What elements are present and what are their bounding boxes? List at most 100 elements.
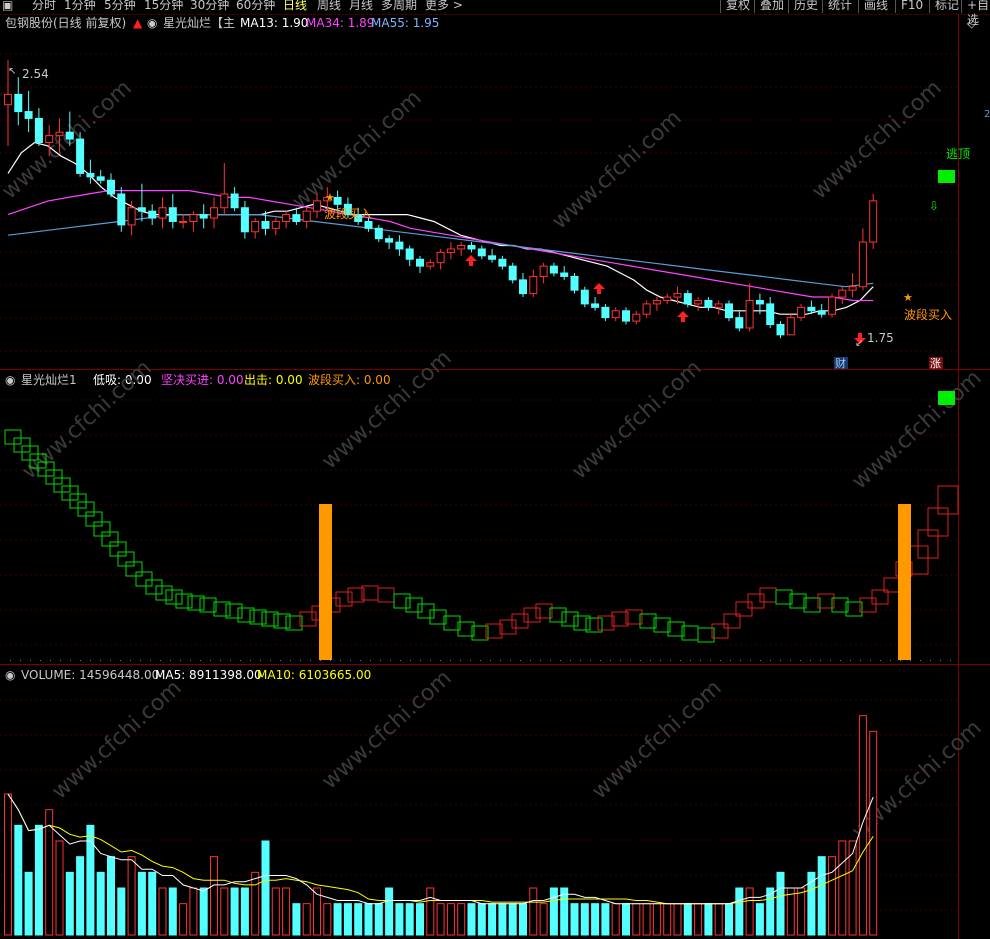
baseline-dot (210, 660, 211, 661)
candle-body (529, 275, 538, 295)
candle-body (436, 251, 445, 264)
volume-bar (158, 887, 167, 936)
volume-bar (683, 903, 692, 936)
signal-markers: ★ ★ ⇩ (325, 191, 939, 344)
baseline-dot (620, 660, 621, 661)
candle-body (652, 299, 661, 305)
candle-body (271, 220, 280, 229)
candle-body (766, 303, 775, 326)
volume-bar (745, 887, 754, 936)
down-hollow-arrow-icon: ⇩ (929, 199, 939, 213)
volume-bar (210, 856, 218, 936)
tag-cai[interactable]: 财 (835, 356, 846, 370)
volume-bar (343, 903, 352, 936)
tag-zhang[interactable]: 涨 (930, 357, 941, 370)
ma34-line (7, 190, 874, 302)
candle-body (642, 303, 651, 315)
baseline-dot (560, 660, 561, 661)
baseline-dot (310, 660, 311, 661)
baseline-dot (880, 660, 881, 661)
candle-body (622, 310, 630, 322)
candle-body (333, 196, 342, 205)
volume-bar (601, 903, 610, 936)
candle-body (498, 258, 507, 267)
candle-body (755, 299, 764, 305)
candle-body (426, 262, 435, 267)
volume-bar (570, 903, 579, 936)
baseline-dot (630, 660, 631, 661)
indicator-box (405, 597, 423, 613)
candle-body (704, 299, 713, 308)
baseline-dot (60, 660, 61, 661)
escape-top-label: 逃顶 (946, 147, 970, 161)
indicator-box (377, 587, 395, 603)
candle-body (488, 255, 497, 260)
volume-bar (817, 856, 826, 936)
candle-body (673, 293, 682, 298)
volume-bar (580, 903, 589, 936)
baseline-dot (200, 660, 201, 661)
volume-bar (230, 887, 239, 936)
volume-bar (632, 903, 641, 936)
candle-body (683, 293, 692, 305)
chart-canvas[interactable]: www.cfchi.com www.cfchi.com www.cfchi.com w… (0, 0, 990, 939)
baseline-dot (710, 660, 711, 661)
baseline-dot (320, 660, 321, 661)
baseline-dot (700, 660, 701, 661)
volume-bar (251, 871, 260, 936)
volume-bar (457, 903, 466, 936)
baseline-dot (170, 660, 171, 661)
indicator-box (165, 589, 183, 605)
candle-body (601, 306, 610, 319)
volume-bar (179, 903, 188, 936)
volume-bar (65, 871, 74, 936)
volume-bar (76, 856, 85, 936)
baseline-dot (500, 660, 501, 661)
candle-body (477, 248, 486, 257)
baseline-dot (940, 660, 941, 661)
volume-bar (354, 903, 363, 936)
volume-bar (549, 887, 558, 936)
candle-body (416, 258, 424, 267)
baseline-dot (330, 660, 331, 661)
volume-bar (4, 793, 12, 936)
volume-bar (292, 903, 301, 936)
volume-ma10-line (7, 793, 874, 905)
volume-bar (529, 887, 538, 936)
volume-bar (477, 903, 486, 936)
baseline-dot (600, 660, 601, 661)
candle-body (65, 131, 74, 140)
baseline-dot (40, 660, 41, 661)
baseline-dot (130, 660, 131, 661)
volume-bar (663, 903, 672, 936)
volume-bar (45, 809, 54, 936)
watermark-text: www.cfchi.com (47, 676, 186, 805)
orange-signal-bar (319, 504, 332, 660)
candle-body (158, 207, 167, 219)
baseline-dot (680, 660, 681, 661)
baseline-dot (20, 660, 21, 661)
baseline-dot (80, 660, 81, 661)
volume-bar (199, 887, 208, 936)
baseline-dot (900, 660, 901, 661)
baseline-dot (810, 660, 811, 661)
volume-bar (240, 887, 249, 936)
candle-body (446, 248, 455, 253)
candle-body (168, 207, 177, 222)
volume-bar (333, 903, 342, 936)
baseline-dot (540, 660, 541, 661)
indicator-box (393, 593, 411, 609)
baseline-dot (340, 660, 341, 661)
watermark-text: www.cfchi.com (547, 106, 686, 235)
baseline-dot (770, 660, 771, 661)
candle-body (76, 138, 85, 174)
volume-bar (96, 871, 105, 936)
volume-bar (271, 887, 280, 936)
volume-bar (261, 840, 270, 936)
candle-body (797, 306, 806, 319)
volume-bar (611, 903, 620, 936)
baseline-dot (530, 660, 531, 661)
baseline-dot (830, 660, 831, 661)
baseline-dot (420, 660, 421, 661)
baseline-dot (890, 660, 891, 661)
